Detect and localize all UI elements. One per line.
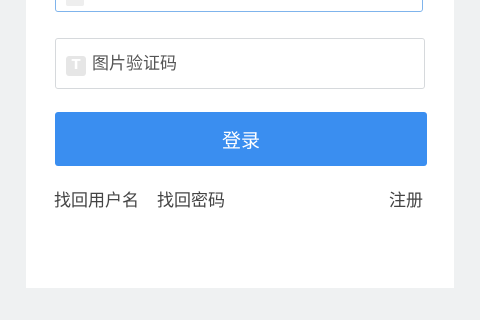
retrieve-username-link[interactable]: 找回用户名 [54, 190, 139, 212]
captcha-input[interactable] [92, 39, 412, 88]
login-button[interactable]: 登录 [55, 112, 427, 166]
field-icon [66, 0, 84, 6]
captcha-field[interactable]: T [55, 38, 425, 89]
login-card: T 登录 找回用户名 找回密码 注册 [26, 0, 454, 288]
retrieve-password-link[interactable]: 找回密码 [157, 190, 225, 212]
text-icon: T [66, 56, 86, 76]
register-link[interactable]: 注册 [389, 190, 423, 212]
previous-input-field[interactable] [55, 0, 423, 12]
